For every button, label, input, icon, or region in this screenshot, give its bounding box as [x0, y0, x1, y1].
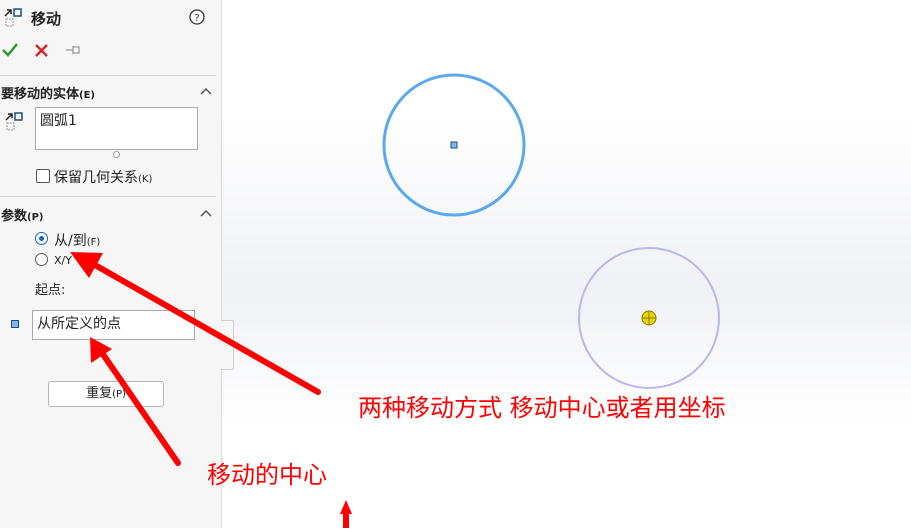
arrow-to-xy-option — [92, 262, 321, 395]
arrow-to-start-point — [97, 347, 181, 466]
annotation-move-methods: 两种移动方式 移动中心或者用坐标 — [358, 394, 726, 422]
annotation-move-center: 移动的中心 — [207, 461, 327, 489]
annotation-arrows — [70, 252, 352, 528]
arrow-head-bottom — [340, 500, 352, 514]
